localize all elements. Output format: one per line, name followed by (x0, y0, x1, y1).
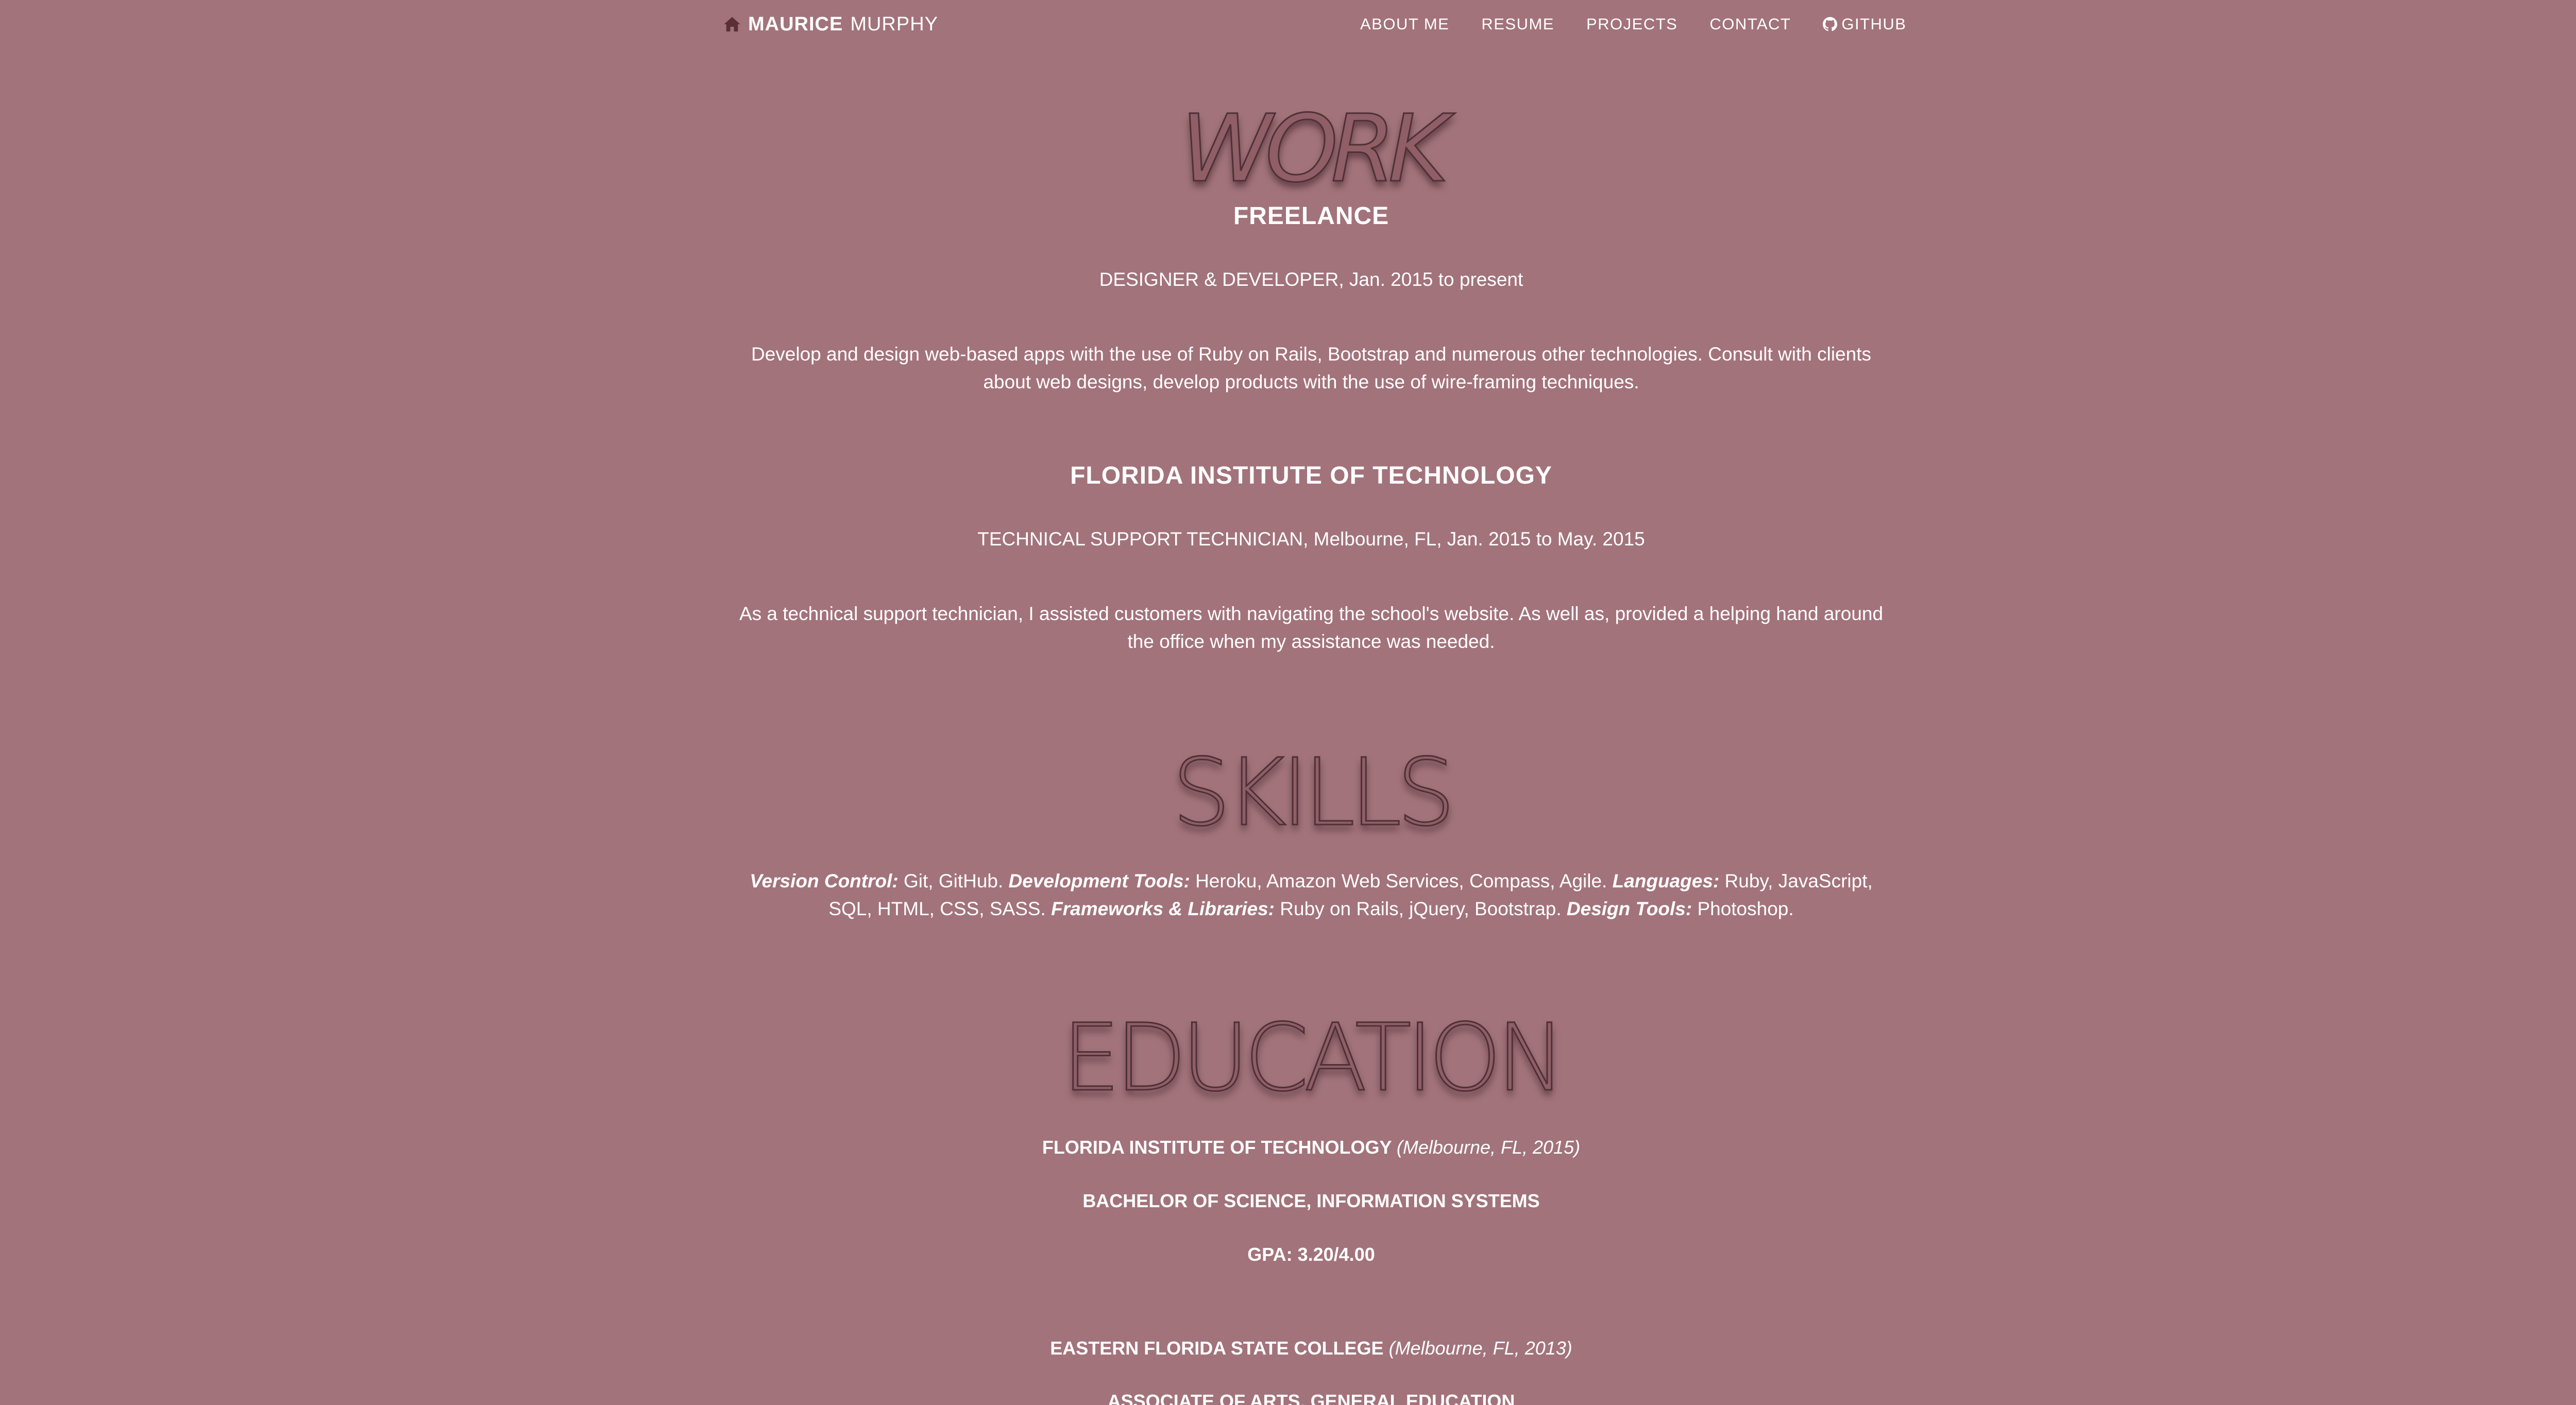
home-icon (724, 16, 740, 32)
skill-items: Ruby on Rails, jQuery, Bootstrap. (1280, 898, 1562, 919)
work-role-fit: TECHNICAL SUPPORT TECHNICIAN, Melbourne,… (977, 528, 1645, 550)
skills-section-title: SKILLS (1171, 739, 1456, 848)
work-employer-freelance: FREELANCE (1233, 202, 1389, 230)
education-gpa-fit: GPA: 3.20/4.00 (1247, 1244, 1375, 1265)
school-name: EASTERN FLORIDA STATE COLLEGE (1050, 1338, 1384, 1359)
nav-links: ABOUT ME RESUME PROJECTS CONTACT GITHUB (1360, 11, 1907, 37)
skill-category: Design Tools: (1566, 898, 1692, 919)
nav-github[interactable]: GITHUB (1823, 15, 1906, 33)
skill-items: Photoshop. (1697, 898, 1794, 919)
education-school-efsc: EASTERN FLORIDA STATE COLLEGE (Melbourne… (721, 1338, 1901, 1359)
work-description-fit: As a technical support technician, I ass… (739, 603, 1884, 652)
nav-projects[interactable]: PROJECTS (1586, 15, 1677, 33)
navbar: MAURICE MURPHY ABOUT ME RESUME PROJECTS C… (0, 0, 2576, 47)
brand-link[interactable]: MAURICE MURPHY (723, 11, 938, 37)
nav-resume[interactable]: RESUME (1481, 15, 1554, 33)
skill-category: Frameworks & Libraries: (1051, 898, 1275, 919)
nav-about-me[interactable]: ABOUT ME (1360, 15, 1449, 33)
skill-category: Development Tools: (1008, 870, 1190, 892)
work-description-freelance: Develop and design web-based apps with t… (751, 344, 1871, 392)
education-section-title: EDUCATION (1061, 1004, 1566, 1113)
education-school-fit: FLORIDA INSTITUTE OF TECHNOLOGY (Melbour… (721, 1137, 1901, 1158)
school-name: FLORIDA INSTITUTE OF TECHNOLOGY (1042, 1137, 1392, 1158)
skill-category: Version Control: (750, 870, 899, 892)
school-location: (Melbourne, FL, 2013) (1388, 1338, 1572, 1359)
skill-items: Git, GitHub. (903, 870, 1004, 892)
skills-paragraph: Version Control: Git, GitHub. Developmen… (721, 867, 1901, 923)
work-role-freelance: DESIGNER & DEVELOPER, Jan. 2015 to prese… (1099, 269, 1523, 290)
education-degree-fit: BACHELOR OF SCIENCE, INFORMATION SYSTEMS (1082, 1190, 1540, 1211)
skill-category: Languages: (1612, 870, 1720, 892)
work-section-title: WORK (1180, 95, 1450, 204)
nav-github-label: GITHUB (1841, 15, 1907, 33)
brand-last-name: MURPHY (850, 13, 939, 35)
skill-items: Heroku, Amazon Web Services, Compass, Ag… (1195, 870, 1607, 892)
work-employer-fit: FLORIDA INSTITUTE OF TECHNOLOGY (1070, 462, 1552, 489)
github-icon (1823, 17, 1838, 31)
brand-first-name: MAURICE (748, 13, 843, 35)
education-degree-efsc: ASSOCIATE OF ARTS, GENERAL EDUCATION (1107, 1391, 1515, 1405)
nav-contact[interactable]: CONTACT (1709, 15, 1791, 33)
school-location: (Melbourne, FL, 2015) (1396, 1137, 1581, 1158)
